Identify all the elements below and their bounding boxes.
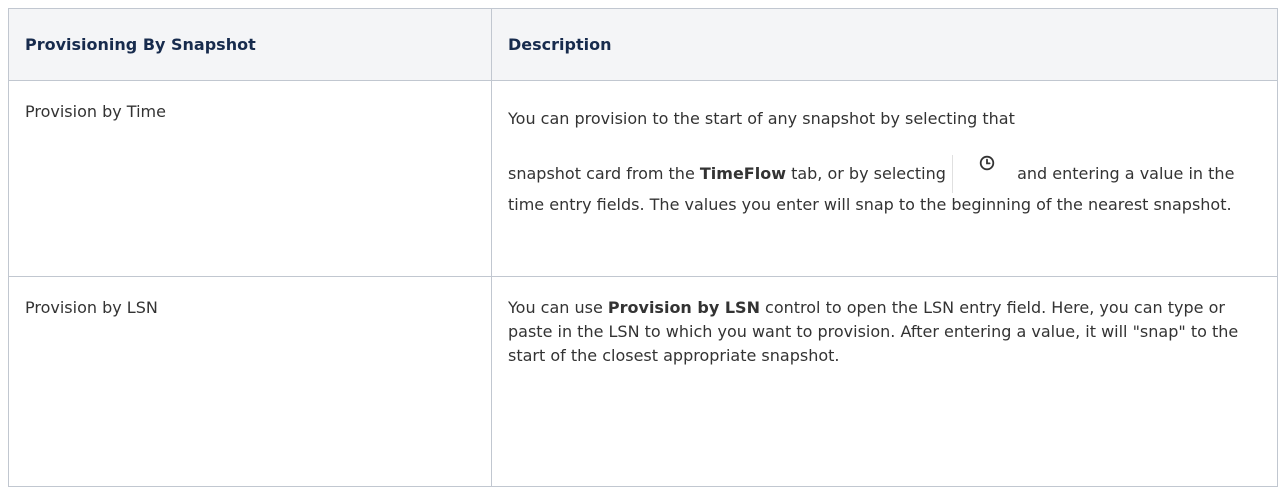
description-text: tab, or by selecting bbox=[785, 164, 952, 183]
provision-by-lsn-term: Provision by LSN bbox=[607, 298, 760, 317]
table-row: Provision by Time You can provision to t… bbox=[8, 80, 1278, 277]
row-name-cell: Provision by Time bbox=[8, 80, 492, 277]
table-header-row: Provisioning By Snapshot Description bbox=[8, 8, 1278, 81]
clock-icon bbox=[952, 155, 1011, 193]
timeflow-term: TimeFlow bbox=[699, 164, 786, 183]
row-name-cell: Provision by LSN bbox=[8, 276, 492, 487]
description-text: snapshot card from the bbox=[508, 164, 700, 183]
provisioning-table: Provisioning By Snapshot Description Pro… bbox=[8, 8, 1278, 487]
description-text: You can use bbox=[508, 298, 608, 317]
description-text: You can provision to the start of any sn… bbox=[508, 109, 1015, 128]
header-provisioning-by-snapshot: Provisioning By Snapshot bbox=[8, 8, 492, 81]
row-description-cell: You can provision to the start of any sn… bbox=[491, 80, 1278, 277]
header-description: Description bbox=[491, 8, 1278, 81]
row-description-cell: You can use Provision by LSN control to … bbox=[491, 276, 1278, 487]
provision-by-time-label: Provision by Time bbox=[25, 102, 166, 121]
table-row: Provision by LSN You can use Provision b… bbox=[8, 276, 1278, 487]
provision-by-lsn-label: Provision by LSN bbox=[25, 298, 158, 317]
